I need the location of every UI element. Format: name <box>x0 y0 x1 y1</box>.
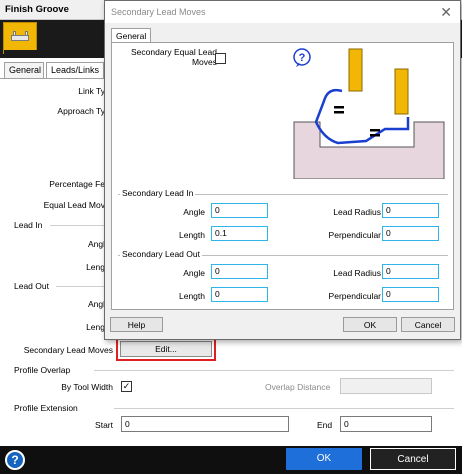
lead-out-angle-label: Angl <box>87 299 105 309</box>
by-tool-width-label: By Tool Width <box>61 382 113 392</box>
lead-in-angle-input[interactable]: 0 <box>211 203 268 218</box>
tab-underline <box>0 78 104 79</box>
equal-mark-2b <box>370 134 380 137</box>
tab-general[interactable]: General <box>4 62 44 78</box>
secondary-lead-moves-dialog: Secondary Lead Moves ✕ General Secondary… <box>104 0 461 340</box>
equal-mark-1b <box>334 111 344 114</box>
secondary-lead-in-title: Secondary Lead In <box>120 188 196 198</box>
start-input[interactable]: 0 <box>121 416 289 432</box>
stock-profile <box>293 121 445 179</box>
lead-out-lead-radius-label: Lead Radius <box>333 268 381 278</box>
dialog-body: Secondary Equal Lead Moves ? Secondary L… <box>111 42 454 310</box>
profile-extension-divider <box>114 408 454 409</box>
equal-lead-moves-label: Equal Lead Mov <box>43 200 105 210</box>
lead-out-perpendicular-input[interactable]: 0 <box>382 287 439 302</box>
lead-in-angle-label: Angl <box>87 239 105 249</box>
lead-in-length-label: Leng <box>86 262 105 272</box>
lead-in-angle-label: Angle <box>183 207 205 217</box>
approach-type-label: Approach Ty <box>57 106 105 116</box>
lead-in-section: Lead In <box>14 220 43 230</box>
equal-mark-2a <box>370 129 380 132</box>
secondary-equal-lead-moves-label-line1: Secondary Equal Lead <box>130 47 217 57</box>
start-label: Start <box>95 420 113 430</box>
lead-out-divider <box>56 286 104 287</box>
lead-out-length-input[interactable]: 0 <box>211 287 268 302</box>
lead-in-lead-radius-input[interactable]: 0 <box>382 203 439 218</box>
overlap-distance-input[interactable] <box>340 378 432 394</box>
profile-overlap-divider <box>94 370 454 371</box>
end-input[interactable]: 0 <box>340 416 432 432</box>
secondary-equal-lead-moves-label-line2: Moves <box>191 57 217 67</box>
lead-in-lead-radius-label: Lead Radius <box>333 207 381 217</box>
dialog-tab-general[interactable]: General <box>111 28 151 43</box>
lead-out-angle-input[interactable]: 0 <box>211 264 268 279</box>
profile-overlap-section: Profile Overlap <box>14 365 71 375</box>
tab-general-label: General <box>9 65 42 75</box>
lead-in-perpendicular-label: Perpendicular <box>328 230 381 240</box>
profile-extension-section: Profile Extension <box>14 403 78 413</box>
tool-lower-icon <box>394 68 409 115</box>
lead-path-icon <box>314 88 410 145</box>
lead-out-length-label: Leng <box>86 322 105 332</box>
window-title: Finish Groove <box>5 4 69 15</box>
dialog-title: Secondary Lead Moves <box>111 7 206 17</box>
dialog-ok-button[interactable]: OK <box>343 317 397 332</box>
close-icon[interactable]: ✕ <box>440 4 452 21</box>
lead-out-length-label: Length <box>179 291 205 301</box>
ok-button[interactable]: OK <box>286 448 362 470</box>
lead-out-lead-radius-input[interactable]: 0 <box>382 264 439 279</box>
lead-out-angle-label: Angle <box>183 268 205 278</box>
cancel-button[interactable]: Cancel <box>370 448 456 470</box>
lead-in-length-label: Length <box>179 230 205 240</box>
groove-tool-icon[interactable] <box>3 22 38 54</box>
lead-in-divider <box>50 225 104 226</box>
groove-diagram <box>293 48 445 179</box>
tool-upper-icon <box>348 48 363 92</box>
end-label: End <box>317 420 333 430</box>
dialog-help-button[interactable]: Help <box>110 317 163 332</box>
lead-out-section: Lead Out <box>14 281 49 291</box>
secondary-lead-out-title: Secondary Lead Out <box>120 249 202 259</box>
lead-out-perpendicular-label: Perpendicular <box>328 291 381 301</box>
help-icon[interactable]: ? <box>5 450 25 470</box>
edit-button-highlight <box>116 337 216 361</box>
dialog-cancel-button[interactable]: Cancel <box>401 317 455 332</box>
lead-in-length-input[interactable]: 0.1 <box>211 226 268 241</box>
secondary-lead-moves-label: Secondary Lead Moves <box>23 345 113 355</box>
link-type-label: Link Ty <box>78 86 105 96</box>
dialog-tab-general-label: General <box>116 31 147 41</box>
equal-mark-1a <box>334 106 344 109</box>
secondary-equal-lead-moves-checkbox[interactable] <box>215 53 226 64</box>
tool-insert-bar <box>11 35 29 41</box>
by-tool-width-checkbox[interactable]: ✓ <box>121 381 132 392</box>
dialog-titlebar: Secondary Lead Moves ✕ <box>105 1 460 23</box>
tool-shank <box>4 50 38 54</box>
tab-leads-links[interactable]: Leads/Links <box>46 62 104 79</box>
percentage-feed-label: Percentage Fe <box>49 179 105 189</box>
lead-in-perpendicular-input[interactable]: 0 <box>382 226 439 241</box>
overlap-distance-label: Overlap Distance <box>265 382 331 392</box>
tab-leads-links-label: Leads/Links <box>51 65 100 75</box>
